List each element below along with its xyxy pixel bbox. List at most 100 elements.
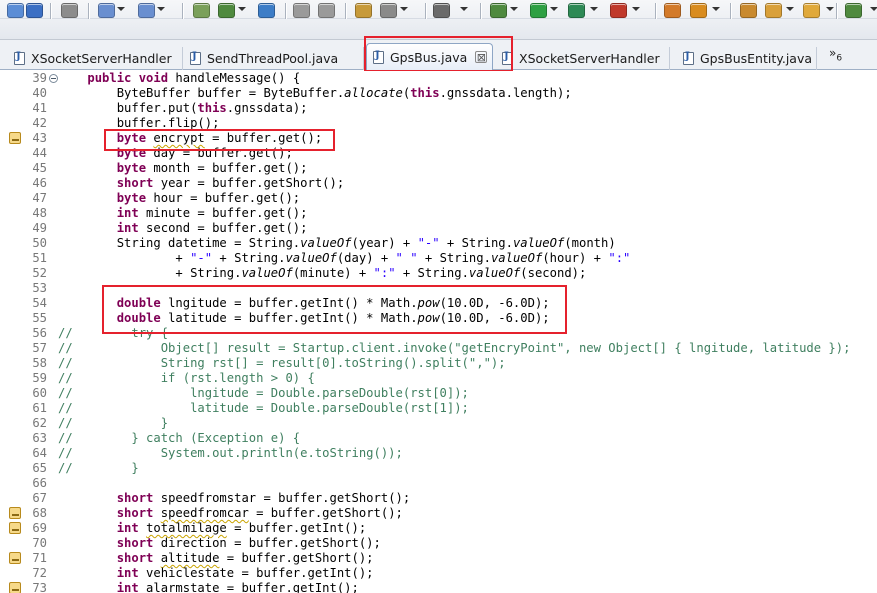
server-icon[interactable] (193, 3, 210, 18)
calendar-icon[interactable] (61, 3, 78, 18)
code-line[interactable]: 70 short direction = buffer.getShort(); (0, 536, 877, 551)
dropdown-arrow-icon[interactable] (400, 7, 408, 11)
open-folder-icon[interactable] (803, 3, 820, 18)
fold-collapse-icon[interactable] (49, 74, 58, 83)
code-line[interactable]: 51 + "-" + String.valueOf(day) + " " + S… (0, 251, 877, 266)
code-line[interactable]: 72 int vehiclestate = buffer.getInt(); (0, 566, 877, 581)
code-line[interactable]: 39 public void handleMessage() { (0, 71, 877, 86)
undo-icon[interactable] (293, 3, 310, 18)
dropdown-arrow-icon[interactable] (460, 7, 468, 11)
warning-marker-icon[interactable] (9, 552, 21, 564)
code-line[interactable]: 45 byte month = buffer.get(); (0, 161, 877, 176)
dropdown-arrow-icon[interactable] (157, 7, 165, 11)
annotation-box-coordinates (102, 285, 567, 334)
code-line[interactable]: 63 // } catch (Exception e) { (0, 431, 877, 446)
pin-icon[interactable] (845, 3, 862, 18)
dropdown-arrow-icon[interactable] (550, 7, 558, 11)
properties-icon[interactable] (355, 3, 372, 18)
code-line[interactable]: 64 // System.out.println(e.toString()); (0, 446, 877, 461)
code-line[interactable]: 61 // latitude = Double.parseDouble(rst[1… (0, 401, 877, 416)
code-line[interactable]: 46 short year = buffer.getShort(); (0, 176, 877, 191)
save-icon[interactable] (26, 3, 43, 18)
code-line[interactable]: 65 // } (0, 461, 877, 476)
dropdown-arrow-icon[interactable] (117, 7, 125, 11)
dropdown-arrow-icon[interactable] (632, 7, 640, 11)
code-line[interactable]: 47 byte hour = buffer.get(); (0, 191, 877, 206)
coverage-icon[interactable] (568, 3, 585, 18)
code-line[interactable]: 69 int totalmilage = buffer.getInt(); (0, 521, 877, 536)
code-line[interactable]: 52 + String.valueOf(minute) + ":" + Stri… (0, 266, 877, 281)
edit-pen-icon[interactable] (765, 3, 782, 18)
hammer-icon[interactable] (98, 3, 115, 18)
line-number: 51 (32, 251, 47, 265)
line-number: 58 (32, 356, 47, 370)
external-tools-icon[interactable] (610, 3, 627, 18)
new-file-icon[interactable] (7, 3, 24, 18)
code-line[interactable]: 50 String datetime = String.valueOf(year… (0, 236, 877, 251)
code-line[interactable]: 60 // lngitude = Double.parseDouble(rst[0… (0, 386, 877, 401)
code-line[interactable]: 66 (0, 476, 877, 491)
code-text: ByteBuffer buffer = ByteBuffer.allocate(… (58, 86, 572, 100)
code-line[interactable]: 67 short speedfromstar = buffer.getShort… (0, 491, 877, 506)
open-type-icon[interactable] (740, 3, 757, 18)
warning-marker-icon[interactable] (9, 582, 21, 593)
line-number: 70 (32, 536, 47, 550)
tab-overflow-button[interactable]: »6 (829, 46, 842, 63)
java-file-icon (683, 51, 694, 65)
code-line[interactable]: 59 // if (rst.length > 0) { (0, 371, 877, 386)
new-class-icon[interactable] (664, 3, 681, 18)
code-text: // String rst[] = result[0].toString().s… (58, 356, 506, 370)
code-line[interactable]: 58 // String rst[] = result[0].toString()… (0, 356, 877, 371)
warning-marker-icon[interactable] (9, 522, 21, 534)
search-icon[interactable] (690, 3, 707, 18)
tab-xsocketserverhandler-2[interactable]: XSocketServerHandler (496, 47, 670, 70)
warning-marker-icon[interactable] (9, 132, 21, 144)
deploy-icon[interactable] (218, 3, 235, 18)
dropdown-arrow-icon[interactable] (870, 7, 877, 11)
code-line[interactable]: 73 int alarmstate = buffer.getInt(); (0, 581, 877, 593)
code-line[interactable]: 71 short altitude = buffer.getShort(); (0, 551, 877, 566)
code-text: int alarmstate = buffer.getInt(); (116, 581, 359, 593)
line-number: 64 (32, 446, 47, 460)
tab-gpsbusentity[interactable]: GpsBusEntity.java (677, 47, 817, 70)
line-number: 41 (32, 101, 47, 115)
dropdown-arrow-icon[interactable] (712, 7, 720, 11)
code-line[interactable]: 48 int minute = buffer.get(); (0, 206, 877, 221)
toolbar-separator (285, 3, 286, 19)
code-text: // latitude = Double.parseDouble(rst[1])… (58, 401, 469, 415)
web-browser-icon[interactable] (380, 3, 397, 18)
tab-label: GpsBusEntity.java (700, 51, 813, 66)
warning-marker-icon[interactable] (9, 507, 21, 519)
dropdown-arrow-icon[interactable] (826, 7, 834, 11)
dropdown-arrow-icon[interactable] (590, 7, 598, 11)
run-icon[interactable] (530, 3, 547, 18)
line-number: 49 (32, 221, 47, 235)
code-text: short speedfromstar = buffer.getShort(); (116, 491, 411, 505)
code-line[interactable]: 68 short speedfromcar = buffer.getShort(… (0, 506, 877, 521)
line-number: 44 (32, 146, 47, 160)
debug-bug-icon[interactable] (490, 3, 507, 18)
tab-label: XSocketServerHandler (31, 51, 172, 66)
redo-icon[interactable] (318, 3, 335, 18)
line-number: 71 (32, 551, 47, 565)
refactor-icon[interactable] (138, 3, 155, 18)
tab-sendthreadpool[interactable]: SendThreadPool.java (184, 47, 364, 70)
dropdown-arrow-icon[interactable] (238, 7, 246, 11)
code-line[interactable]: 41 buffer.put(this.gnssdata); (0, 101, 877, 116)
line-number: 43 (32, 131, 47, 145)
line-number: 73 (32, 581, 47, 593)
globe-icon[interactable] (258, 3, 275, 18)
dropdown-arrow-icon[interactable] (786, 7, 794, 11)
code-line[interactable]: 49 int second = buffer.get(); (0, 221, 877, 236)
camera-icon[interactable] (433, 3, 450, 18)
line-number: 52 (32, 266, 47, 280)
code-text: // } catch (Exception e) { (58, 431, 301, 445)
code-line[interactable]: 62 // } (0, 416, 877, 431)
code-text: String datetime = String.valueOf(year) +… (58, 236, 616, 250)
tab-xsocketserverhandler-1[interactable]: XSocketServerHandler (8, 47, 183, 70)
dropdown-arrow-icon[interactable] (510, 7, 518, 11)
code-line[interactable]: 40 ByteBuffer buffer = ByteBuffer.alloca… (0, 86, 877, 101)
code-text: // Object[] result = Startup.client.invo… (58, 341, 851, 355)
code-text: // System.out.println(e.toString()); (58, 446, 403, 460)
code-line[interactable]: 57 // Object[] result = Startup.client.in… (0, 341, 877, 356)
